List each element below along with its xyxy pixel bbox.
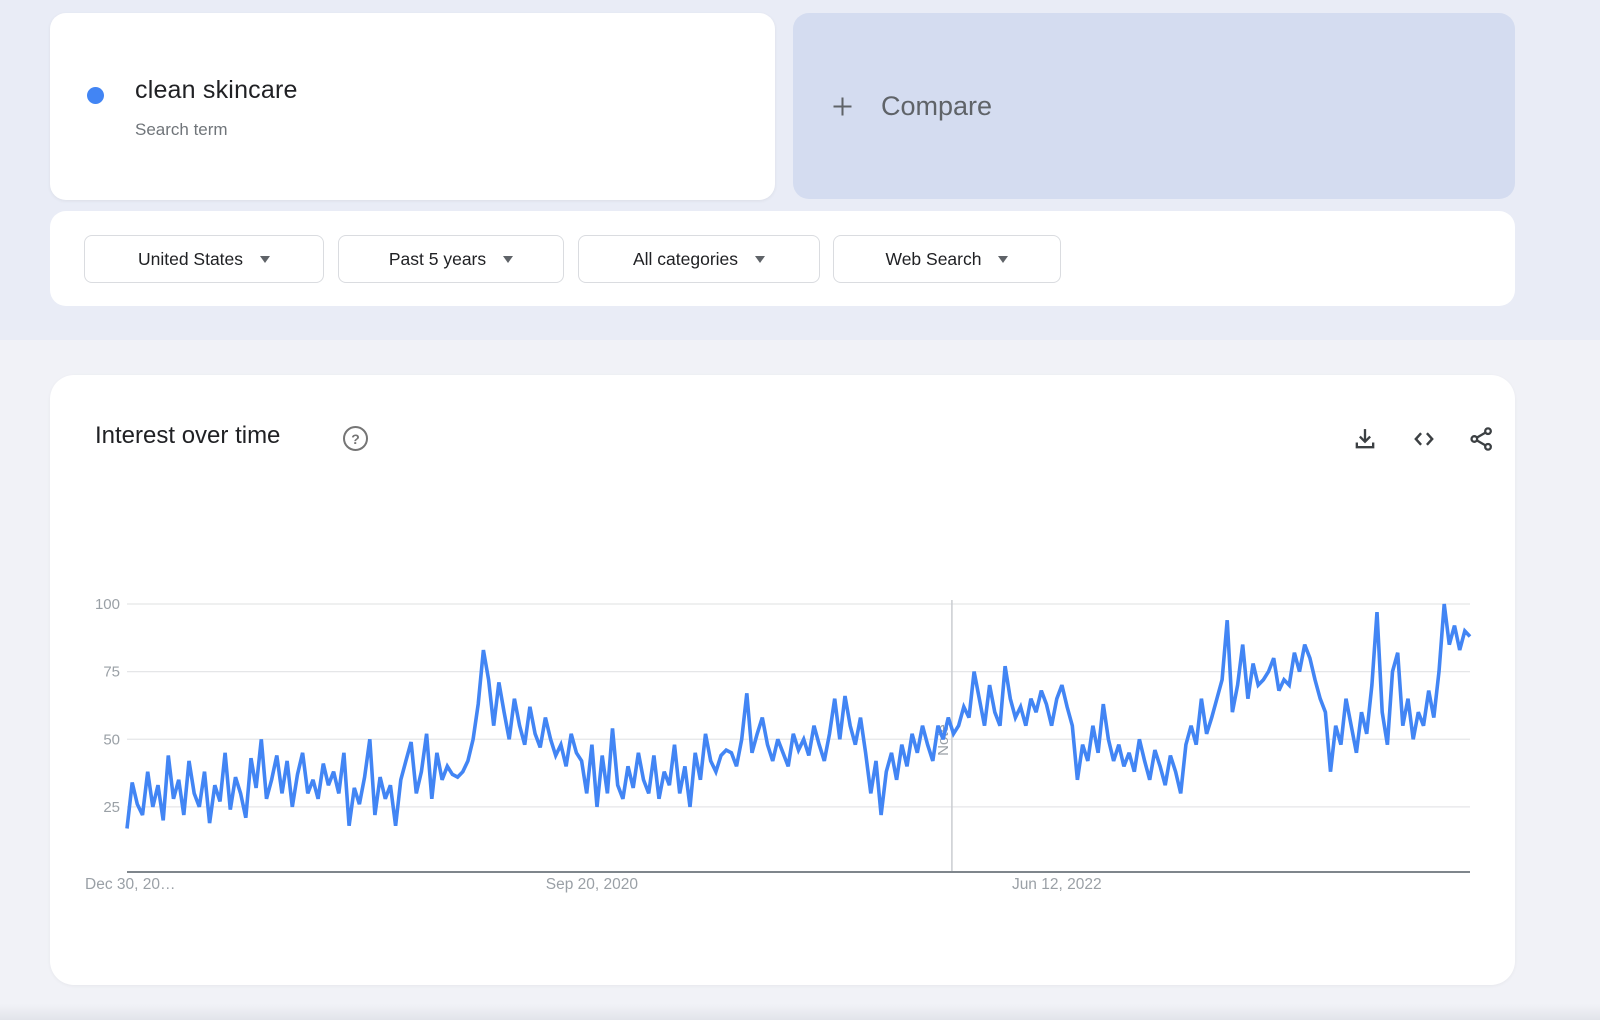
y-tick-label-100: 100 xyxy=(95,596,120,613)
google-trends-explore-page: clean skincare Search term Compare Unite… xyxy=(0,0,1600,1020)
chevron-down-icon xyxy=(260,256,270,263)
chevron-down-icon xyxy=(503,256,513,263)
time-range-filter-dropdown[interactable]: Past 5 years xyxy=(338,235,564,283)
search-type-filter-label: Web Search xyxy=(886,249,982,270)
y-tick-label-75: 75 xyxy=(103,664,120,681)
search-term-type-label: Search term xyxy=(135,120,228,140)
time-range-filter-label: Past 5 years xyxy=(389,249,486,270)
category-filter-dropdown[interactable]: All categories xyxy=(578,235,820,283)
filters-bar: United States Past 5 years All categorie… xyxy=(50,211,1515,306)
y-tick-label-25: 25 xyxy=(103,799,120,816)
interest-over-time-card: Interest over time ? 255075100NoteDec xyxy=(50,375,1515,985)
interest-chart-svg[interactable]: 255075100NoteDec 30, 20…Sep 20, 2020Jun … xyxy=(50,375,1515,985)
plus-icon xyxy=(829,93,856,120)
series-color-dot xyxy=(87,87,104,104)
search-type-filter-dropdown[interactable]: Web Search xyxy=(833,235,1061,283)
category-filter-label: All categories xyxy=(633,249,738,270)
chevron-down-icon xyxy=(755,256,765,263)
page-bottom-shade xyxy=(0,1004,1600,1020)
chevron-down-icon xyxy=(998,256,1008,263)
y-tick-label-50: 50 xyxy=(103,731,120,748)
search-term-text: clean skincare xyxy=(135,76,298,105)
geo-filter-dropdown[interactable]: United States xyxy=(84,235,324,283)
search-term-card[interactable]: clean skincare Search term xyxy=(50,13,775,200)
add-comparison-button[interactable]: Compare xyxy=(793,13,1515,199)
x-tick-label-1: Sep 20, 2020 xyxy=(546,876,639,893)
trend-line-clean-skincare xyxy=(127,604,1470,829)
compare-label: Compare xyxy=(881,91,992,122)
x-tick-label-2: Jun 12, 2022 xyxy=(1012,876,1102,893)
geo-filter-label: United States xyxy=(138,249,243,270)
x-tick-label-0: Dec 30, 20… xyxy=(85,876,175,893)
